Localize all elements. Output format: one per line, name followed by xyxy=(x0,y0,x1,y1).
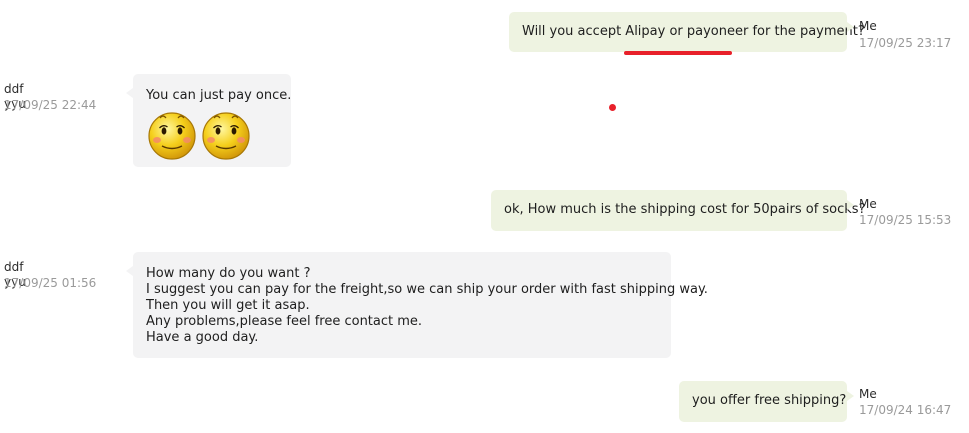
message-bubble-me: ok, How much is the shipping cost for 50… xyxy=(491,190,866,231)
message-bubble-them: How many do you want ? I suggest you can… xyxy=(133,252,708,358)
sender-name: Me xyxy=(859,19,877,33)
message-text: you offer free shipping? xyxy=(692,393,847,408)
message-text: ok, How much is the shipping cost for 50… xyxy=(504,202,866,217)
message-text-line: Have a good day. xyxy=(146,330,259,345)
emoji-group xyxy=(146,109,278,161)
sender-name: Me xyxy=(859,387,877,401)
red-annotation-dot xyxy=(609,104,616,111)
red-annotation-underline xyxy=(624,51,732,55)
message-bubble-them: You can just pay once. xyxy=(133,74,291,167)
bubble-tail xyxy=(126,88,133,98)
message-text-line: Any problems,please feel free contact me… xyxy=(146,314,423,329)
bubble-tail xyxy=(847,391,854,401)
sender-name: Me xyxy=(859,197,877,211)
message-bubble-me: you offer free shipping? xyxy=(679,381,847,422)
message-timestamp: 17/09/25 01:56 xyxy=(4,276,97,290)
message-text: You can just pay once. xyxy=(146,88,292,103)
message-timestamp: 17/09/25 22:44 xyxy=(4,98,97,112)
smiley-face-icon xyxy=(148,112,196,160)
bubble-tail xyxy=(847,22,854,32)
message-timestamp: 17/09/25 23:17 xyxy=(859,36,952,50)
message-text-line: I suggest you can pay for the freight,so… xyxy=(146,282,708,297)
message-timestamp: 17/09/24 16:47 xyxy=(859,403,952,417)
bubble-tail xyxy=(126,266,133,276)
message-bubble-me: Will you accept Alipay or payoneer for t… xyxy=(509,12,865,52)
smiley-face-icon xyxy=(202,112,250,160)
message-text: Will you accept Alipay or payoneer for t… xyxy=(522,24,865,39)
message-text-line: How many do you want ? xyxy=(146,266,311,281)
bubble-tail xyxy=(847,200,854,210)
message-text-line: Then you will get it asap. xyxy=(146,298,310,313)
message-timestamp: 17/09/25 15:53 xyxy=(859,213,952,227)
